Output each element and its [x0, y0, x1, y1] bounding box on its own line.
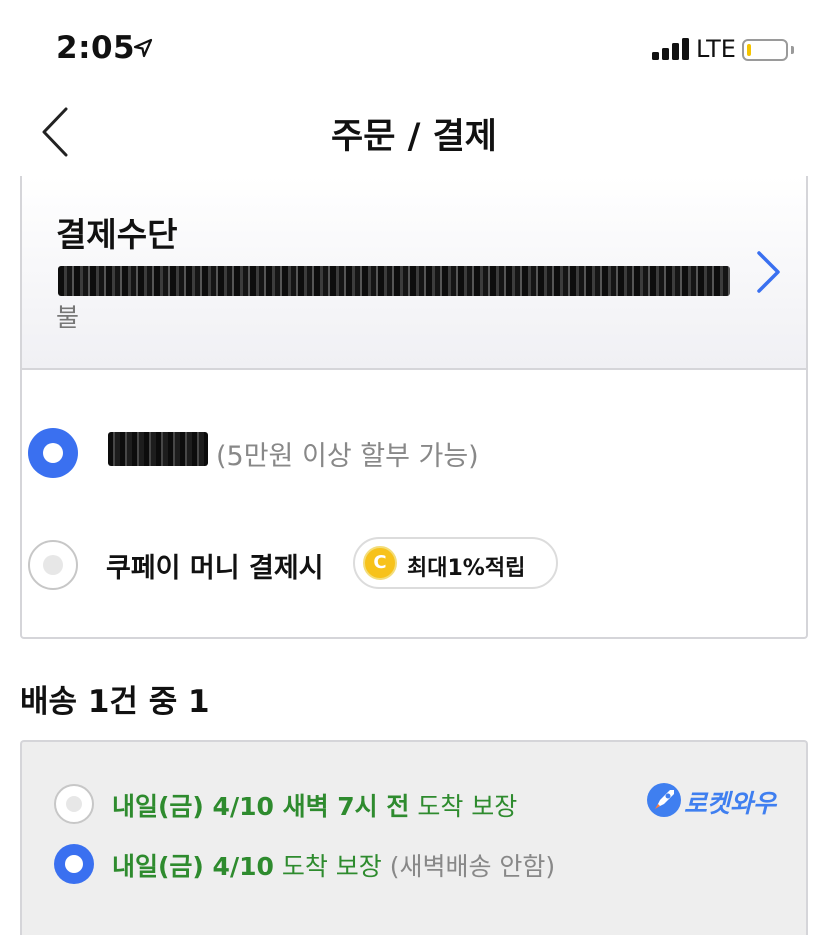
shipping-heading: 배송 1건 중 1: [20, 684, 210, 720]
reward-badge: C 최대1%적립: [353, 537, 558, 589]
delivery-guarantee: 도착 보장: [273, 852, 382, 881]
nav-bar: 주문 / 결제: [0, 100, 828, 172]
delivery-note: (새벽배송 안함): [381, 852, 556, 881]
redacted-card-info: [58, 266, 730, 296]
shipping-options-card: 내일(금) 4/10 새벽 7시 전 도착 보장 로켓와우 내일(금) 4/10…: [20, 740, 808, 935]
page-title: 주문 / 결제: [331, 117, 497, 157]
installment-note: (5만원 이상 할부 가능): [216, 441, 479, 472]
payment-method-title: 결제수단: [56, 215, 178, 254]
radio-selected[interactable]: [54, 844, 94, 884]
coin-icon: C: [363, 546, 397, 580]
delivery-date: 내일(금) 4/10 새벽 7시 전: [112, 792, 410, 821]
chevron-right-icon[interactable]: [750, 248, 784, 296]
radio-unselected[interactable]: [54, 784, 94, 824]
radio-selected[interactable]: [28, 428, 78, 478]
status-time: 2:05: [56, 30, 136, 66]
reward-badge-text: 최대1%적립: [407, 556, 526, 581]
shipping-option-text: 내일(금) 4/10 새벽 7시 전 도착 보장: [112, 787, 517, 823]
coupay-label: 쿠페이 머니 결제시: [106, 553, 324, 584]
location-arrow-icon: [133, 38, 153, 58]
rocket-icon: [647, 783, 681, 817]
payment-method-subtitle: 불: [56, 303, 80, 332]
battery-cap: [791, 46, 794, 54]
delivery-guarantee: 도착 보장: [409, 792, 518, 821]
battery-icon: [742, 39, 788, 61]
redacted-card-name: [108, 432, 208, 466]
delivery-date: 내일(금) 4/10: [112, 852, 274, 881]
shipping-option-text: 내일(금) 4/10 도착 보장 (새벽배송 안함): [112, 847, 555, 883]
carrier-label: LTE: [696, 35, 736, 63]
signal-icon: [652, 38, 692, 60]
rocket-wow-logo: 로켓와우: [646, 782, 806, 822]
status-bar: 2:05 LTE: [0, 0, 828, 100]
radio-unselected[interactable]: [28, 540, 78, 590]
payment-method-header[interactable]: 결제수단 불: [22, 176, 806, 370]
rocket-wow-text: 로켓와우: [684, 789, 777, 818]
